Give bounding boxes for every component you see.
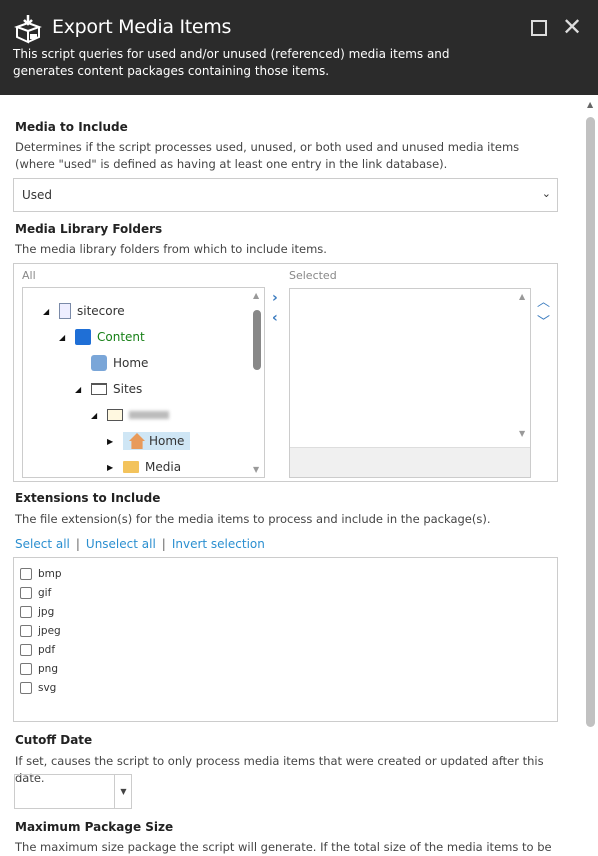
remove-selected-button[interactable]: ‹	[272, 310, 278, 326]
scroll-up-icon[interactable]: ▲	[519, 292, 525, 301]
add-selected-button[interactable]: ›	[272, 290, 278, 306]
unselect-all-link[interactable]: Unselect all	[86, 537, 156, 551]
home-icon	[129, 433, 145, 449]
scrollbar-thumb[interactable]	[586, 117, 595, 727]
tree-node-media[interactable]: ▶ Media	[107, 457, 181, 477]
checkbox[interactable]	[20, 625, 32, 637]
folders-description: The media library folders from which to …	[15, 242, 327, 256]
tree-node-site[interactable]: ◢	[91, 405, 169, 425]
scroll-up-icon[interactable]: ▲	[253, 291, 259, 300]
checkbox[interactable]	[20, 663, 32, 675]
tree-node-site-home[interactable]: ▶ Home	[107, 431, 191, 451]
package-export-icon	[14, 15, 42, 44]
all-label: All	[22, 269, 36, 282]
cubes-icon	[75, 329, 91, 345]
scroll-down-icon[interactable]: ▼	[253, 465, 259, 474]
page-scrollbar[interactable]: ▲	[585, 100, 597, 853]
media-include-label: Media to Include	[15, 120, 128, 134]
expand-icon[interactable]: ◢	[59, 333, 69, 342]
extension-checkbox-png[interactable]: png	[20, 663, 58, 675]
document-icon	[59, 303, 71, 319]
site-star-icon	[107, 409, 123, 421]
extension-checkbox-jpg[interactable]: jpg	[20, 606, 54, 618]
max-package-size-label: Maximum Package Size	[15, 820, 174, 834]
collapse-icon[interactable]: ▶	[107, 437, 117, 446]
selection-links: Select all | Unselect all | Invert selection	[15, 537, 265, 551]
tree-node-sites[interactable]: ◢ Sites	[75, 379, 142, 399]
checkbox[interactable]	[20, 682, 32, 694]
cutoff-date-label: Cutoff Date	[15, 733, 93, 747]
media-include-description: Determines if the script processes used,…	[15, 140, 520, 171]
date-dropdown-button[interactable]: ▼	[114, 775, 132, 808]
extensions-list: bmp gif jpg jpeg pdf png svg	[13, 557, 558, 722]
extension-checkbox-jpeg[interactable]: jpeg	[20, 625, 61, 637]
expand-icon[interactable]: ◢	[91, 411, 101, 420]
tree-scrollbar[interactable]: ▲ ▼	[250, 288, 264, 477]
scroll-up-icon[interactable]: ▲	[587, 100, 593, 109]
folder-icon	[123, 461, 139, 473]
select-all-link[interactable]: Select all	[15, 537, 70, 551]
move-down-button[interactable]: ﹀	[537, 311, 550, 330]
expand-icon[interactable]: ◢	[75, 385, 85, 394]
checkbox[interactable]	[20, 568, 32, 580]
checkbox[interactable]	[20, 644, 32, 656]
maximize-button[interactable]	[531, 20, 547, 36]
dialog-header: Export Media Items This script queries f…	[0, 0, 598, 95]
selected-list-footer	[290, 447, 530, 477]
extensions-label: Extensions to Include	[15, 491, 161, 505]
expand-icon[interactable]: ◢	[43, 307, 53, 316]
selected-list[interactable]: ▲ ▼	[289, 288, 531, 478]
chevron-down-icon: ⌄	[541, 187, 551, 200]
checkbox[interactable]	[20, 606, 32, 618]
extensions-description: The file extension(s) for the media item…	[15, 512, 491, 526]
move-up-button[interactable]: ︿	[537, 291, 550, 310]
selected-label: Selected	[289, 269, 337, 282]
media-include-select[interactable]: Used ⌄	[13, 178, 558, 212]
folder-picker: All Selected ◢ sitecore ◢ Content Home ◢ Si…	[13, 263, 558, 482]
extension-checkbox-pdf[interactable]: pdf	[20, 644, 55, 656]
window-icon	[91, 383, 107, 395]
max-package-size-description: The maximum size package the script will…	[15, 840, 552, 854]
folders-label: Media Library Folders	[15, 222, 163, 236]
dialog-description: This script queries for used and/or unus…	[13, 47, 450, 78]
checkbox[interactable]	[20, 587, 32, 599]
invert-selection-link[interactable]: Invert selection	[172, 537, 265, 551]
tree-node-sitecore[interactable]: ◢ sitecore	[43, 301, 125, 321]
scroll-down-icon[interactable]: ▼	[519, 429, 525, 438]
dialog-title: Export Media Items	[52, 16, 232, 38]
collapse-icon[interactable]: ▶	[107, 463, 117, 472]
tree-node-home[interactable]: Home	[91, 353, 148, 373]
close-button[interactable]: ✕	[562, 14, 582, 40]
extension-checkbox-gif[interactable]: gif	[20, 587, 51, 599]
folder-tree[interactable]: ◢ sitecore ◢ Content Home ◢ Sites ◢ ▶ Home ▶…	[22, 287, 265, 478]
media-include-value: Used	[22, 188, 53, 202]
cutoff-date-input[interactable]: ▼	[14, 774, 132, 809]
blurred-site-name	[129, 411, 169, 419]
home-icon	[91, 355, 107, 371]
tree-scrollbar-thumb[interactable]	[253, 310, 261, 370]
extension-checkbox-svg[interactable]: svg	[20, 682, 56, 694]
tree-node-content[interactable]: ◢ Content	[59, 327, 145, 347]
extension-checkbox-bmp[interactable]: bmp	[20, 568, 62, 580]
